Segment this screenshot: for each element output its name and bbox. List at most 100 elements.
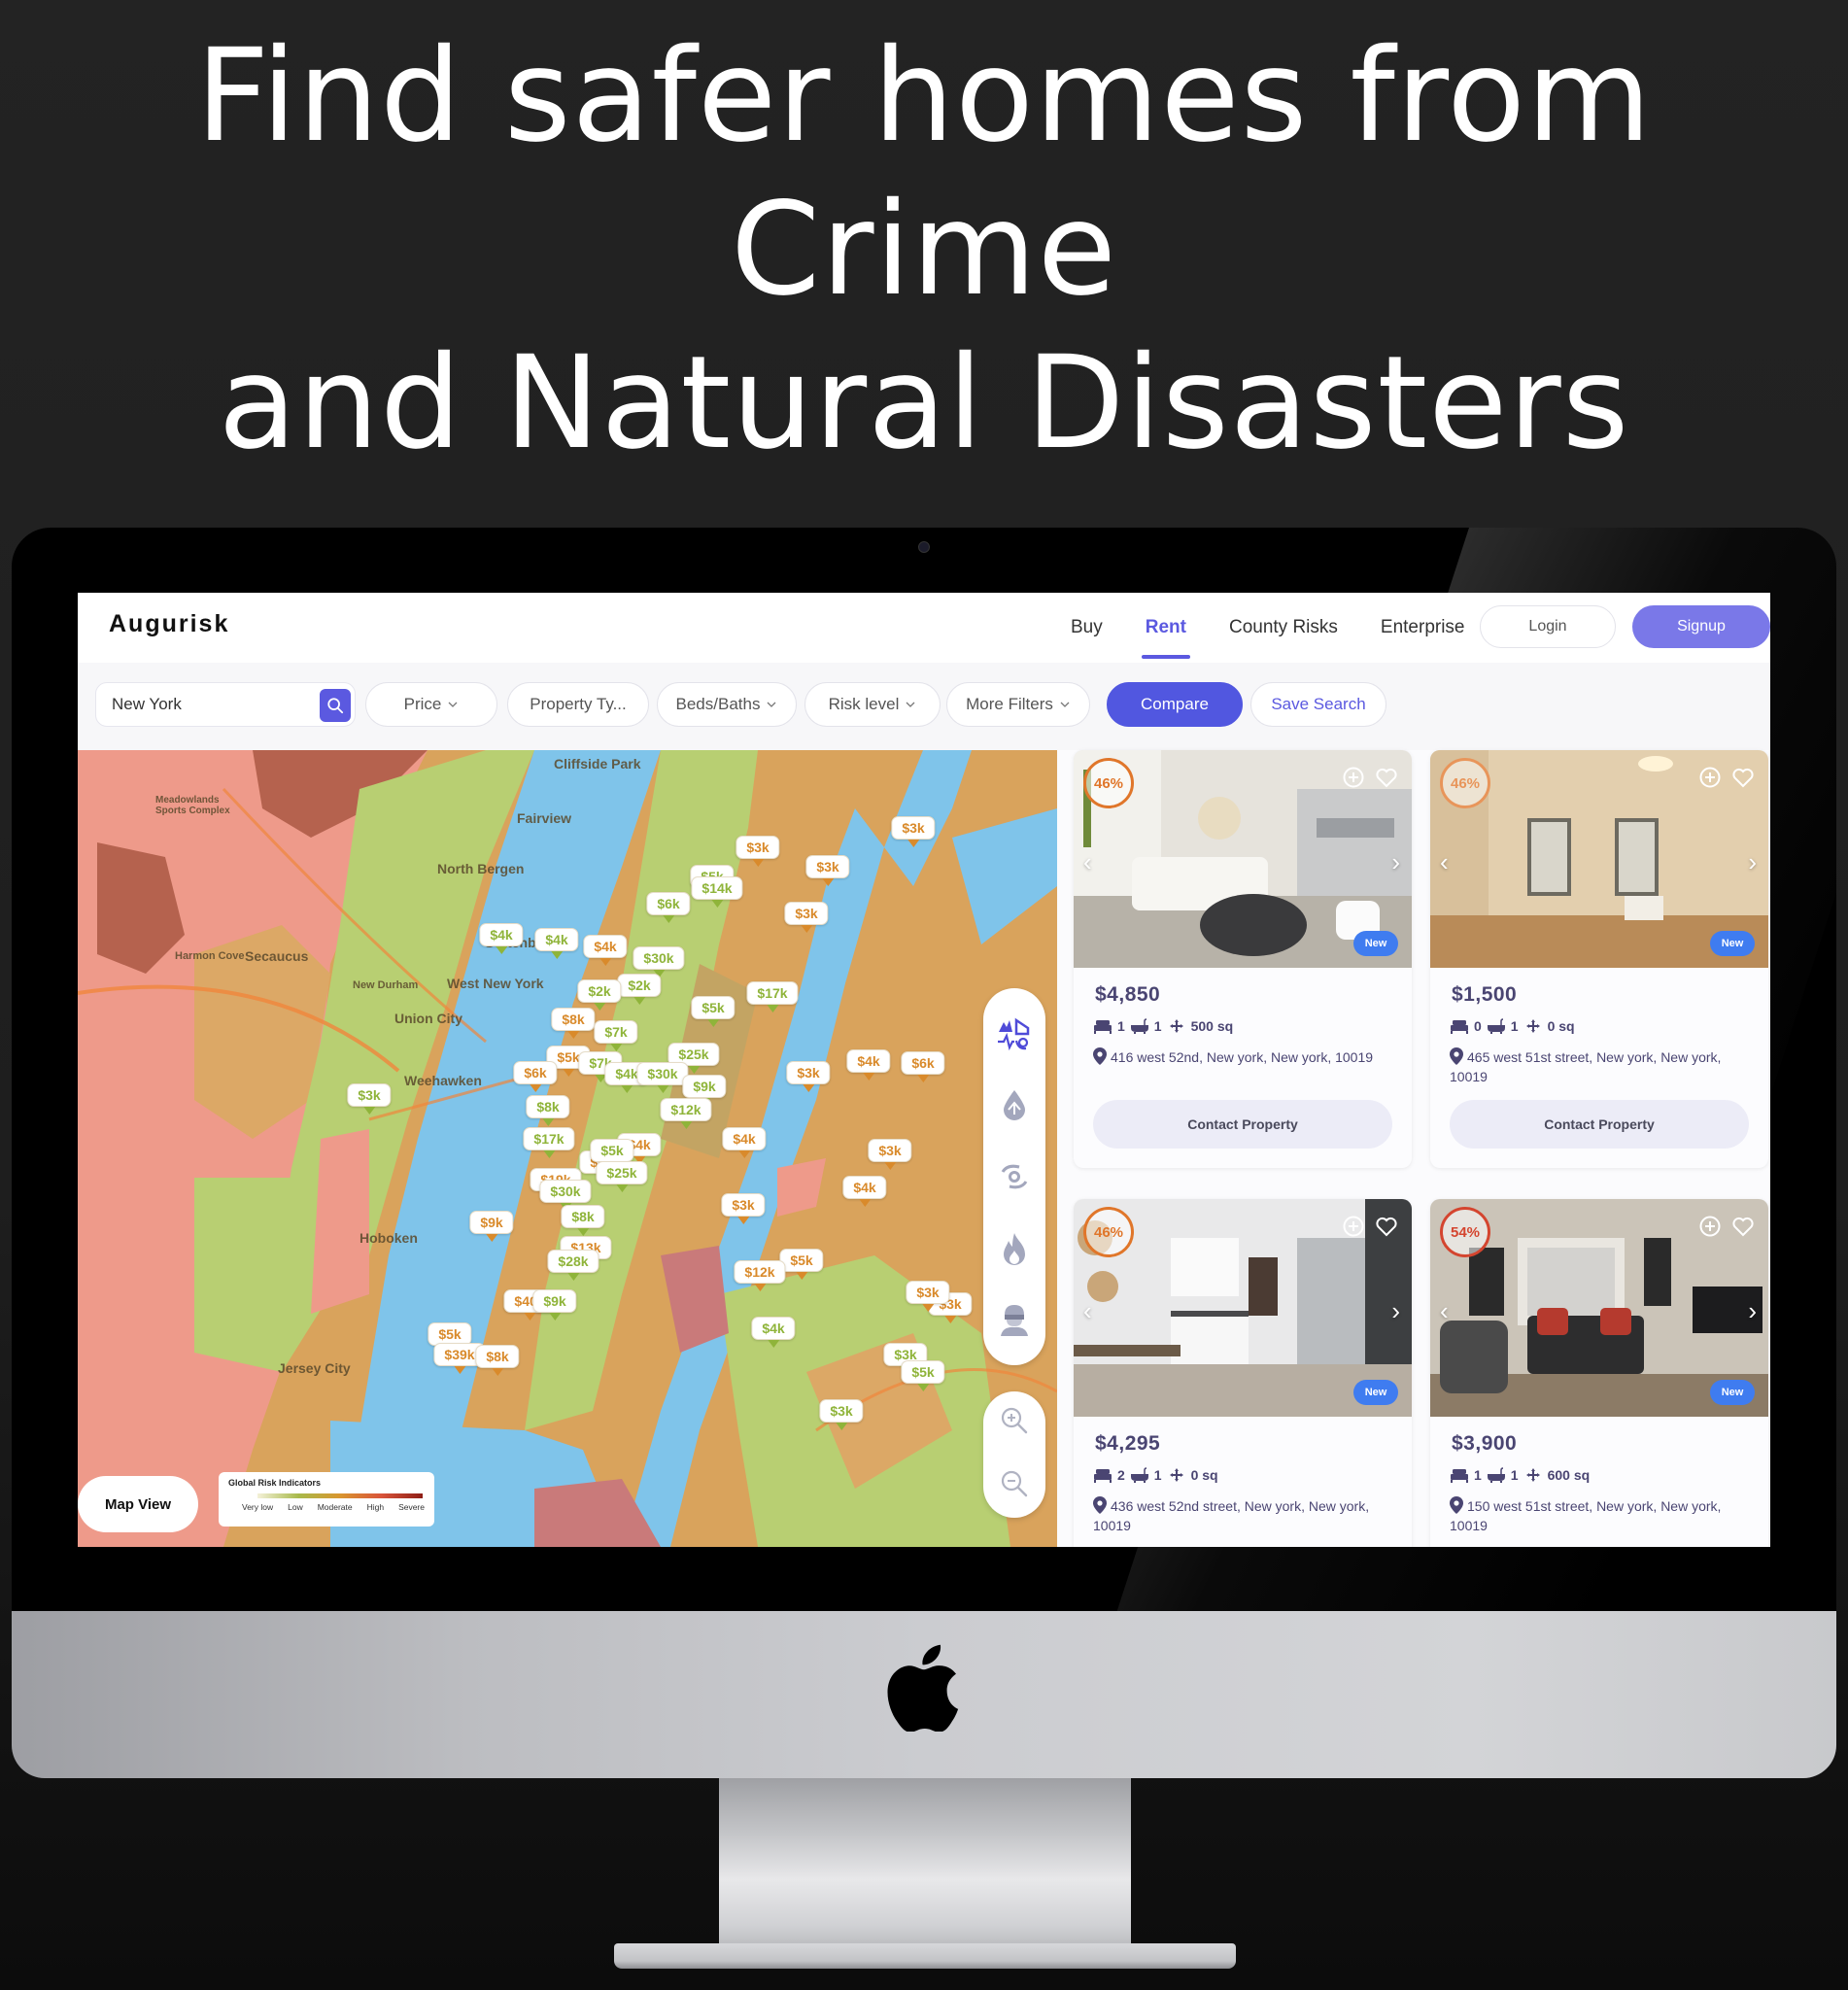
- zoom-out-button[interactable]: [1000, 1469, 1029, 1503]
- contact-property-button[interactable]: Contact Property: [1450, 1100, 1749, 1149]
- price-marker[interactable]: $3k: [906, 1281, 950, 1312]
- contact-property-button[interactable]: Contact Property: [1093, 1100, 1392, 1149]
- hurricane-layer-button[interactable]: [993, 1149, 1036, 1204]
- price-marker[interactable]: $4k: [583, 935, 628, 966]
- location-search-input[interactable]: [112, 683, 306, 726]
- add-to-compare-icon[interactable]: [1698, 1215, 1722, 1238]
- price-marker[interactable]: $4k: [842, 1176, 887, 1207]
- price-marker[interactable]: $17k: [746, 981, 799, 1012]
- photo-next-arrow[interactable]: ›: [1748, 1296, 1757, 1326]
- map-place-label: West New York: [447, 976, 544, 991]
- crime-layer-button[interactable]: [993, 1292, 1036, 1347]
- more-filters-button[interactable]: More Filters: [946, 682, 1090, 727]
- price-marker[interactable]: $3k: [784, 902, 829, 933]
- price-marker-label: $9k: [682, 1075, 727, 1098]
- price-marker[interactable]: $5k: [691, 996, 736, 1027]
- price-marker[interactable]: $9k: [469, 1211, 514, 1242]
- price-marker[interactable]: $3k: [721, 1193, 766, 1224]
- wildfire-layer-button[interactable]: [993, 1221, 1036, 1276]
- price-marker[interactable]: $6k: [513, 1061, 558, 1092]
- photo-next-arrow[interactable]: ›: [1391, 847, 1400, 877]
- price-marker[interactable]: $4k: [751, 1317, 796, 1348]
- listing-photo[interactable]: 46% ‹ › New: [1074, 1199, 1412, 1417]
- price-marker[interactable]: $8k: [551, 1008, 596, 1039]
- search-button[interactable]: [320, 689, 351, 722]
- photo-prev-arrow[interactable]: ‹: [1083, 847, 1092, 877]
- add-to-compare-icon[interactable]: [1342, 1215, 1365, 1238]
- area-size: 600 sq: [1547, 1467, 1591, 1483]
- price-marker[interactable]: $12k: [734, 1260, 786, 1291]
- price-marker[interactable]: $3k: [786, 1061, 831, 1092]
- price-marker[interactable]: $30k: [636, 1062, 689, 1093]
- nav-rent[interactable]: Rent: [1124, 593, 1208, 663]
- photo-next-arrow[interactable]: ›: [1748, 847, 1757, 877]
- all-risks-layer-button[interactable]: [993, 1007, 1036, 1061]
- favorite-heart-icon[interactable]: [1731, 1215, 1755, 1238]
- app-logo[interactable]: Augurisk: [109, 610, 229, 638]
- price-marker[interactable]: $8k: [561, 1205, 605, 1236]
- beds-baths-filter[interactable]: Beds/Baths: [657, 682, 797, 727]
- favorite-heart-icon[interactable]: [1731, 766, 1755, 789]
- login-button[interactable]: Login: [1480, 605, 1616, 648]
- nav-county-risks[interactable]: County Risks: [1208, 593, 1359, 663]
- price-marker[interactable]: $28k: [547, 1250, 599, 1281]
- listing-photo[interactable]: 54% ‹ › New: [1430, 1199, 1768, 1417]
- nav-buy[interactable]: Buy: [1049, 593, 1124, 663]
- price-marker[interactable]: $5k: [901, 1360, 945, 1391]
- price-marker[interactable]: $9k: [532, 1289, 577, 1321]
- nav-enterprise[interactable]: Enterprise: [1359, 593, 1487, 663]
- photo-prev-arrow[interactable]: ‹: [1083, 1296, 1092, 1326]
- photo-next-arrow[interactable]: ›: [1391, 1296, 1400, 1326]
- favorite-heart-icon[interactable]: [1375, 766, 1398, 789]
- price-marker[interactable]: $3k: [891, 816, 936, 847]
- price-marker[interactable]: $4k: [846, 1049, 891, 1081]
- price-marker[interactable]: $3k: [819, 1399, 864, 1430]
- price-marker[interactable]: $2k: [577, 979, 622, 1011]
- price-marker-pointer: [550, 951, 563, 959]
- price-marker-pointer: [862, 1073, 874, 1081]
- price-marker[interactable]: $17k: [523, 1127, 575, 1158]
- photo-prev-arrow[interactable]: ‹: [1440, 847, 1449, 877]
- price-marker[interactable]: $4k: [722, 1127, 767, 1158]
- add-to-compare-icon[interactable]: [1698, 766, 1722, 789]
- add-to-compare-icon[interactable]: [1342, 766, 1365, 789]
- risk-map[interactable]: Cliffside Park Fairview North Bergen Gut…: [78, 750, 1057, 1547]
- price-marker[interactable]: $6k: [901, 1051, 945, 1082]
- listing-photo[interactable]: 46% ‹ › New: [1074, 750, 1412, 968]
- photo-prev-arrow[interactable]: ‹: [1440, 1296, 1449, 1326]
- price-marker[interactable]: $3k: [347, 1083, 392, 1115]
- save-search-button[interactable]: Save Search: [1250, 682, 1386, 727]
- map-view-toggle[interactable]: Map View: [78, 1476, 198, 1532]
- price-marker[interactable]: $8k: [475, 1345, 520, 1376]
- price-marker[interactable]: $12k: [660, 1098, 712, 1129]
- listing-specs: 2 1 0 sq: [1093, 1467, 1218, 1483]
- price-marker[interactable]: $14k: [691, 876, 743, 908]
- listing-card[interactable]: 46% ‹ › New $4,850 1 1 500 sq 416 west 5…: [1074, 750, 1412, 1168]
- price-marker[interactable]: $4k: [479, 923, 524, 954]
- price-marker[interactable]: $8k: [526, 1095, 570, 1126]
- signup-button[interactable]: Signup: [1632, 605, 1770, 648]
- bed-count: 1: [1117, 1018, 1125, 1034]
- flood-layer-button[interactable]: [993, 1078, 1036, 1132]
- listing-card[interactable]: 46% ‹ › New $4,295 2 1 0 sq 436 west 52n…: [1074, 1199, 1412, 1547]
- area-arrows-icon: [1525, 1019, 1540, 1033]
- price-marker[interactable]: $6k: [646, 892, 691, 923]
- price-marker[interactable]: $4k: [534, 928, 579, 959]
- price-marker[interactable]: $5k: [779, 1249, 824, 1280]
- price-marker-pointer: [576, 1228, 589, 1236]
- price-filter[interactable]: Price: [365, 682, 497, 727]
- listing-card[interactable]: 46% ‹ › New $1,500 0 1 0 sq 465 west 51s…: [1430, 750, 1768, 1168]
- compare-button[interactable]: Compare: [1107, 682, 1243, 727]
- favorite-heart-icon[interactable]: [1375, 1215, 1398, 1238]
- price-marker[interactable]: $3k: [805, 855, 850, 886]
- zoom-in-button[interactable]: [1000, 1406, 1029, 1440]
- price-marker[interactable]: $3k: [736, 836, 780, 867]
- risk-level-filter[interactable]: Risk level: [804, 682, 941, 727]
- price-marker[interactable]: $25k: [596, 1161, 648, 1192]
- listing-photo[interactable]: 46% ‹ › New: [1430, 750, 1768, 968]
- price-marker[interactable]: $7k: [594, 1020, 638, 1051]
- listing-card[interactable]: 54% ‹ › New $3,900 1 1 600 sq 150 west 5…: [1430, 1199, 1768, 1547]
- price-marker[interactable]: $2k: [617, 974, 662, 1005]
- property-type-filter[interactable]: Property Ty...: [507, 682, 649, 727]
- price-marker[interactable]: $3k: [868, 1139, 912, 1170]
